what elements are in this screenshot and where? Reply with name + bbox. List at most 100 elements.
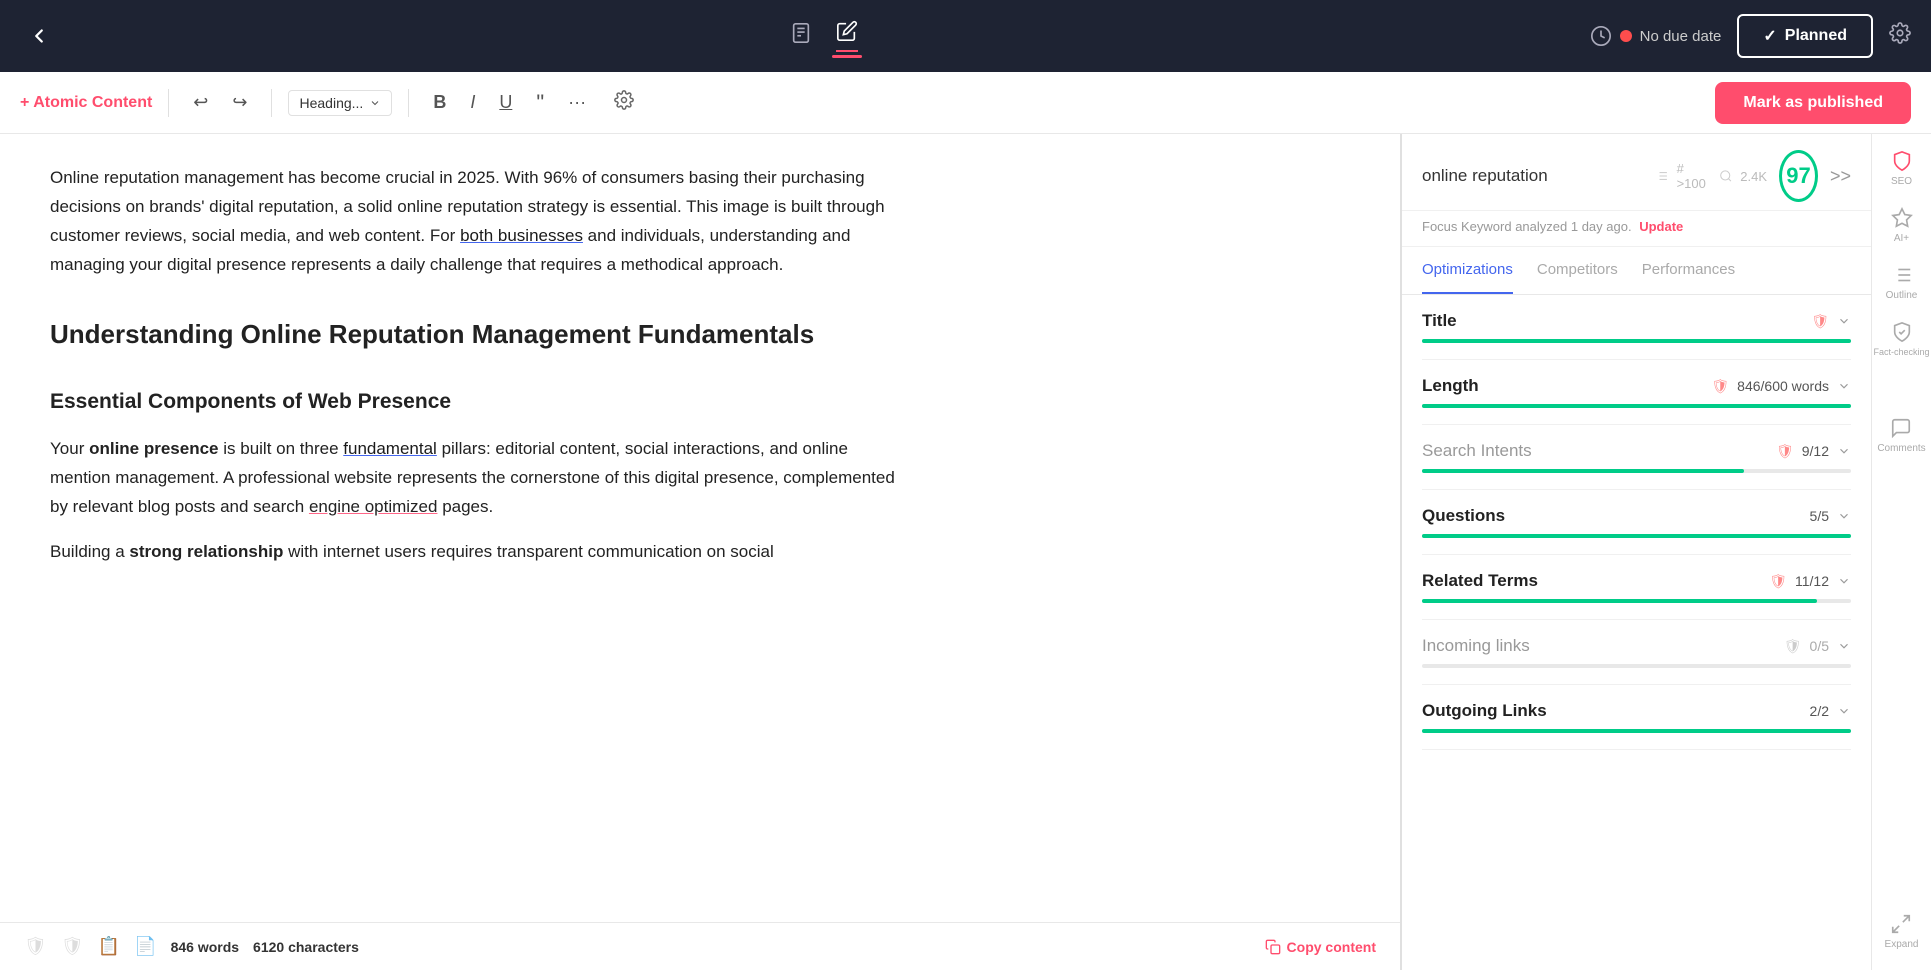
main-layout: Online reputation management has become … [0, 134, 1931, 970]
title-progress-container [1422, 339, 1851, 343]
outgoing-links-progress-bar [1422, 729, 1851, 733]
editor-settings-button[interactable] [614, 90, 634, 116]
editor-heading-1: Understanding Online Reputation Manageme… [50, 312, 910, 356]
hash-label: # >100 [1677, 161, 1711, 191]
due-date-dot [1620, 30, 1632, 42]
editor-content[interactable]: Online reputation management has become … [50, 164, 910, 567]
opt-item-questions: Questions 5/5 [1422, 490, 1851, 555]
toolbar-divider-3 [408, 89, 409, 117]
italic-button[interactable]: I [462, 86, 483, 119]
factcheck-icon-btn[interactable]: Fact-checking [1873, 321, 1929, 357]
planned-button[interactable]: ✓ Planned [1737, 14, 1873, 58]
status-shield-icon: 🛡 [24, 936, 47, 957]
title-shield-icon: 🛡 [1811, 313, 1829, 330]
toolbar-divider-1 [168, 89, 169, 117]
length-count: 846/600 words [1737, 378, 1829, 394]
opt-items: Title 🛡 Length 🛡 [1402, 295, 1871, 750]
right-sidebar: # >100 2.4K 97 >> Focus Keyword analyzed… [1401, 134, 1931, 970]
bold-button[interactable]: B [425, 86, 454, 119]
update-link[interactable]: Update [1639, 219, 1683, 234]
factcheck-label: Fact-checking [1873, 347, 1929, 357]
title-progress-bar [1422, 339, 1851, 343]
status-shield-icon-2: 🛡 [61, 936, 84, 957]
editor-paragraph-2: Your online presence is built on three f… [50, 435, 910, 522]
outgoing-links-progress-container [1422, 729, 1851, 733]
length-shield-icon: 🛡 [1711, 378, 1729, 395]
word-count: 846 words [171, 939, 239, 955]
questions-progress-container [1422, 534, 1851, 538]
search-intents-count: 9/12 [1802, 443, 1829, 459]
volume-label: 2.4K [1740, 169, 1767, 184]
keyword-bar: # >100 2.4K 97 >> [1402, 134, 1871, 211]
tab-performances[interactable]: Performances [1642, 247, 1735, 294]
incoming-links-shield-icon: 🛡 [1784, 638, 1802, 655]
toolbar-divider-2 [271, 89, 272, 117]
link-both[interactable]: both businesses [460, 226, 583, 245]
mark-published-button[interactable]: Mark as published [1715, 82, 1911, 124]
opt-item-length: Length 🛡 846/600 words [1422, 360, 1851, 425]
status-bar: 🛡 🛡 📋 📄 846 words 6120 characters Copy c… [0, 922, 1400, 970]
edit-icon[interactable] [836, 20, 858, 52]
ai-icon-btn[interactable]: AI+ [1891, 207, 1913, 244]
settings-icon[interactable] [1889, 22, 1911, 50]
related-terms-count: 11/12 [1795, 573, 1829, 589]
editor-paragraph-3: Building a strong relationship with inte… [50, 538, 910, 567]
ai-label: AI+ [1894, 233, 1909, 244]
more-button[interactable]: ··· [560, 86, 594, 119]
outline-label: Outline [1886, 290, 1918, 301]
tab-competitors[interactable]: Competitors [1537, 247, 1618, 294]
sidebar-icons-col: SEO AI+ Outline Fact-checking Comments [1871, 134, 1931, 970]
editor-heading-2: Essential Components of Web Presence [50, 384, 910, 420]
tab-optimizations[interactable]: Optimizations [1422, 247, 1513, 294]
editor-area: Online reputation management has become … [0, 134, 1401, 970]
status-doc-icon: 📄 [134, 936, 156, 957]
search-intents-progress-bar [1422, 469, 1744, 473]
toolbar: + Atomic Content ↩ ↪ Heading... B I U " … [0, 72, 1931, 134]
keyword-icons: # >100 2.4K [1655, 161, 1767, 191]
related-terms-progress-container [1422, 599, 1851, 603]
comments-label: Comments [1877, 443, 1925, 454]
analyzed-text: Focus Keyword analyzed 1 day ago. Update [1402, 211, 1871, 247]
document-icon[interactable] [790, 22, 812, 50]
related-terms-progress-bar [1422, 599, 1817, 603]
incoming-links-count: 0/5 [1810, 638, 1829, 654]
search-intents-progress-container [1422, 469, 1851, 473]
opt-item-search-intents: Search Intents 🛡 9/12 [1422, 425, 1851, 490]
quote-button[interactable]: " [528, 84, 552, 122]
outgoing-links-count: 2/2 [1810, 703, 1829, 719]
redo-button[interactable]: ↪ [224, 86, 255, 119]
undo-button[interactable]: ↩ [185, 86, 216, 119]
atomic-content-brand[interactable]: + Atomic Content [20, 94, 152, 112]
sidebar-expand-icon[interactable]: >> [1830, 166, 1851, 187]
length-progress-container [1422, 404, 1851, 408]
related-terms-shield-icon: 🛡 [1769, 573, 1787, 590]
questions-count: 5/5 [1810, 508, 1829, 524]
expand-icon-btn[interactable]: Expand [1885, 913, 1919, 950]
underline-button[interactable]: U [491, 86, 520, 119]
copy-content-button[interactable]: Copy content [1265, 939, 1376, 955]
keyword-input[interactable] [1422, 166, 1643, 186]
seo-icon-btn[interactable]: SEO [1891, 150, 1913, 187]
sidebar-tabs: Optimizations Competitors Performances [1402, 247, 1871, 295]
comments-icon-btn[interactable]: Comments [1877, 417, 1925, 454]
outline-icon-btn[interactable]: Outline [1886, 264, 1918, 301]
opt-item-related-terms: Related Terms 🛡 11/12 [1422, 555, 1851, 620]
seo-label: SEO [1891, 176, 1912, 187]
search-intents-shield-icon: 🛡 [1776, 443, 1794, 460]
char-count: 6120 characters [253, 939, 359, 955]
opt-item-outgoing-links: Outgoing Links 2/2 [1422, 685, 1851, 750]
length-progress-bar [1422, 404, 1851, 408]
back-button[interactable] [20, 17, 58, 55]
due-date-label: No due date [1640, 28, 1722, 45]
sidebar-main: # >100 2.4K 97 >> Focus Keyword analyzed… [1402, 134, 1871, 970]
planned-label: Planned [1785, 27, 1847, 45]
heading-select[interactable]: Heading... [288, 90, 392, 116]
expand-label: Expand [1885, 939, 1919, 950]
top-nav: No due date ✓ Planned [0, 0, 1931, 72]
editor-paragraph-1: Online reputation management has become … [50, 164, 910, 280]
due-date: No due date [1590, 25, 1722, 47]
heading-label: Heading... [299, 95, 363, 111]
incoming-links-progress-container [1422, 664, 1851, 668]
checkmark-icon: ✓ [1763, 26, 1776, 46]
questions-progress-bar [1422, 534, 1851, 538]
